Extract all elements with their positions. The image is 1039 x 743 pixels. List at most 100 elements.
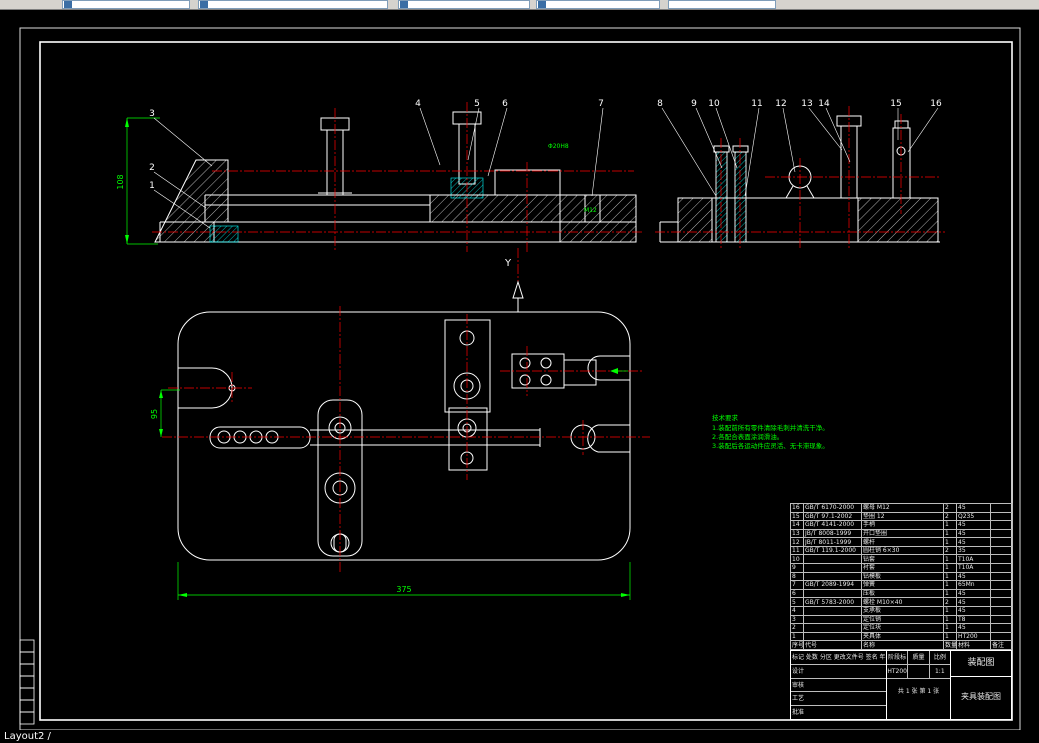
titleblock-sheet-info: 共 1 张 第 1 张 <box>897 688 940 695</box>
bom-cell: T8 <box>956 614 991 625</box>
bom-cell: 2 <box>943 503 957 513</box>
balloon-12: 12 <box>775 99 786 109</box>
bom-cell <box>803 623 862 633</box>
bom-cell: 手柄 <box>861 520 944 530</box>
plotstyle-combo[interactable] <box>668 0 776 9</box>
dim-thread: M12 <box>584 207 597 214</box>
titleblock-drawing-title: 装配图 <box>951 651 1011 677</box>
balloon-5: 5 <box>474 99 480 109</box>
bom-cell: 定位块 <box>861 623 944 633</box>
bom-cell <box>803 605 862 616</box>
dim-bush-dia: Φ20H8 <box>548 143 569 150</box>
balloon-7: 7 <box>598 99 604 109</box>
balloon-leader <box>782 107 796 173</box>
bom-cell: 1 <box>943 563 957 573</box>
bom-cell: 4 <box>790 605 804 616</box>
bom-cell <box>803 563 862 573</box>
bom-cell: 13 <box>790 528 804 539</box>
bom-cell <box>990 511 1013 522</box>
bom-cell: 支承板 <box>861 605 944 616</box>
bom-cell <box>990 571 1013 582</box>
balloon-15: 15 <box>890 99 901 109</box>
bom-cell: 钻套 <box>861 554 944 565</box>
statusbar: Layout2 / <box>0 730 1039 743</box>
bom-cell <box>990 503 1013 513</box>
dim-plan-width: 375 <box>396 585 411 594</box>
bom-cell: 12 <box>790 537 804 547</box>
note-line: 3.装配后各运动件应灵活、无卡滞现象。 <box>712 441 829 450</box>
bom-cell: 65Mn <box>956 580 991 590</box>
layout2-tab[interactable]: Layout2 / <box>4 731 51 742</box>
plan-view <box>177 311 631 561</box>
bom-cell: JB/T 8008-1999 <box>803 528 862 539</box>
notes-title: 技术要求 <box>712 413 739 422</box>
bom-cell: 45 <box>956 520 991 530</box>
bom-cell <box>990 580 1013 590</box>
bom-cell: 45 <box>956 605 991 616</box>
bom-cell <box>803 588 862 599</box>
note-line: 2.各配合表面涂润滑油。 <box>712 432 783 441</box>
bom-cell: 14 <box>790 520 804 530</box>
titleblock-right: 装配图 夹具装配图 <box>951 651 1011 719</box>
bom-cell: GB/T 6170-2000 <box>803 503 862 513</box>
bom-cell: 定位销 <box>861 614 944 625</box>
linetype-combo[interactable] <box>398 0 530 9</box>
layer-icon <box>64 1 72 8</box>
bom-cell: 压板 <box>861 588 944 599</box>
bom-cell: 垫圈 12 <box>861 511 944 522</box>
bom-cell: 1 <box>943 605 957 616</box>
bom-cell <box>990 520 1013 530</box>
titleblock-role: 工艺 <box>791 692 886 707</box>
bom-cell: 45 <box>956 571 991 582</box>
bom-cell: GB/T 2089-1994 <box>803 580 862 590</box>
lineweight-combo[interactable] <box>536 0 660 9</box>
bom-cell: 1 <box>943 588 957 599</box>
titleblock-material: HT200 <box>887 665 909 678</box>
balloon-11: 11 <box>751 99 762 109</box>
front-section-view <box>154 111 637 243</box>
bom-cell: 10 <box>790 554 804 565</box>
dim-front-height: 108 <box>116 174 125 189</box>
bom-cell: 1 <box>943 623 957 633</box>
color-combo[interactable] <box>198 0 388 9</box>
bom-cell: 衬套 <box>861 563 944 573</box>
bom-cell: 螺杆 <box>861 537 944 547</box>
bom-cell: 6 <box>790 588 804 599</box>
bom-cell: Q235 <box>956 511 991 522</box>
bom-cell: 开口垫圈 <box>861 528 944 539</box>
balloon-2: 2 <box>149 163 155 173</box>
bom-cell: JB/T 8011-1999 <box>803 537 862 547</box>
bom-cell: 1 <box>943 614 957 625</box>
bom-cell: 1 <box>943 554 957 565</box>
bom-cell: 螺母 M12 <box>861 503 944 513</box>
titleblock-scale-label: 比例 <box>933 654 946 661</box>
titleblock-role: 设计 <box>791 665 886 679</box>
bom-cell: 3 <box>790 614 804 625</box>
balloon-leader <box>808 107 843 151</box>
titleblock-middle: 阶段标记 质量 比例 HT200 1:1 共 1 张 第 1 张 <box>887 651 951 719</box>
layer-combo[interactable] <box>62 0 190 9</box>
technical-notes: 技术要求 1.装配前所有零件清除毛刺并清洗干净。 2.各配合表面涂润滑油。 3.… <box>712 413 829 450</box>
bom-cell <box>803 631 862 642</box>
titleblock-product-name: 夹具装配图 <box>961 692 1001 701</box>
lineweight-icon <box>538 1 546 8</box>
bom-cell: 8 <box>790 571 804 582</box>
bom-cell <box>990 605 1013 616</box>
bom-cell: 45 <box>956 597 991 607</box>
bom-cell: GB/T 5783-2000 <box>803 597 862 607</box>
bom-cell <box>990 623 1013 633</box>
titleblock-stage-label: 阶段标记 <box>887 651 909 664</box>
color-icon <box>200 1 208 8</box>
bom-cell: 5 <box>790 597 804 607</box>
bom-cell: 15 <box>790 511 804 522</box>
bom-cell: 夹具体 <box>861 631 944 642</box>
bom-header-cell: 序号 <box>790 640 804 650</box>
bom-header-cell: 数量 <box>943 640 957 650</box>
bom-cell: 1 <box>943 571 957 582</box>
bom-cell: 45 <box>956 537 991 547</box>
balloon-leader <box>467 107 480 161</box>
bom-cell: 弹簧 <box>861 580 944 590</box>
bom-cell: 7 <box>790 580 804 590</box>
y-marker-label: Y <box>504 258 512 269</box>
balloon-leader <box>591 107 604 197</box>
